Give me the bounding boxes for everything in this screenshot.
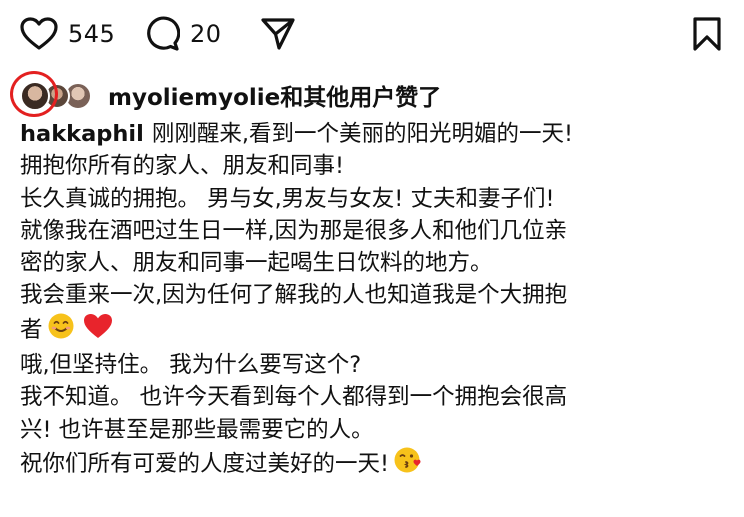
smile-emoji-icon [47,312,75,349]
caption-line: 长久真诚的拥抱。 男与女,男友与女友! 丈夫和妻子们! [20,185,555,212]
heart-icon[interactable] [20,17,58,51]
caption-line: 者 [20,316,43,343]
red-heart-emoji-icon [83,313,113,348]
share-action[interactable] [260,16,296,52]
caption-line: 密的家人、朋友和同事一起喝生日饮料的地方。 [20,250,493,277]
bookmark-icon[interactable] [692,16,722,52]
liked-suffix: 和其他用户赞了 [280,85,442,111]
liked-by-text: myoliemyolie和其他用户赞了 [108,78,441,112]
comment-action[interactable]: 20 [144,16,222,52]
caption-line: 拥抱你所有的家人、朋友和同事! [20,153,345,180]
comment-icon[interactable] [144,16,180,52]
caption-line: 我不知道。 也许今天看到每个人都得到一个拥抱会很高 [20,384,568,411]
caption-line: 就像我在酒吧过生日一样,因为那是很多人和他们几位亲 [20,217,568,244]
caption-line: 兴! 也许甚至是那些最需要它的人。 [20,416,374,443]
comment-count: 20 [190,20,222,48]
caption-line: 刚刚醒来,看到一个美丽的阳光明媚的一天! [151,121,574,147]
caption-username[interactable]: hakkaphil [20,121,144,147]
post-caption: hakkaphil 刚刚醒来,看到一个美丽的阳光明媚的一天! 拥抱你所有的家人、朋… [20,118,726,483]
save-action[interactable] [692,16,722,52]
caption-line: 哦,但坚持住。 我为什么要写这个? [20,352,362,379]
like-count: 545 [68,20,116,48]
highlight-circle [10,71,58,117]
kiss-emoji-icon [393,446,423,483]
like-action[interactable]: 545 [20,16,115,52]
post-action-bar: 545 20 [16,10,728,56]
caption-line: 祝你们所有可爱的人度过美好的一天! [20,451,390,478]
liker-avatars[interactable] [10,71,102,117]
liked-by-row[interactable]: myoliemyolie和其他用户赞了 [10,70,730,120]
liker-username[interactable]: myoliemyolie [108,85,280,111]
caption-line: 我会重来一次,因为任何了解我的人也知道我是个大拥抱 [20,282,568,309]
share-icon[interactable] [260,17,296,51]
